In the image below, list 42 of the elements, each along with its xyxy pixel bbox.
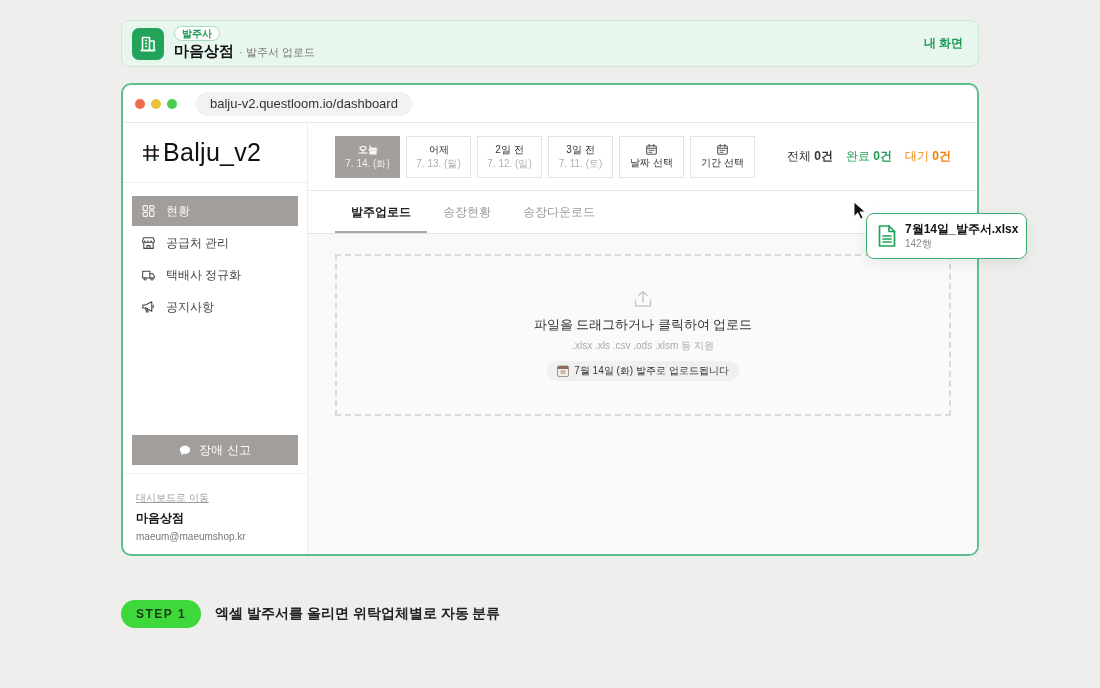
megaphone-icon xyxy=(142,301,155,313)
nav-item[interactable]: 공급처 관리 xyxy=(132,228,298,258)
upload-instruction: 파일을 드래그하거나 클릭하여 업로드 xyxy=(533,317,753,333)
building-icon xyxy=(132,27,164,60)
date-picker-button[interactable]: 날짜 선택 xyxy=(619,135,684,178)
window-minimize-icon[interactable] xyxy=(151,98,161,109)
truck-icon xyxy=(142,269,155,281)
grid-icon xyxy=(142,205,155,217)
step-badge: STEP 1 xyxy=(121,600,201,628)
app-logo: Balju_v2 xyxy=(163,138,262,167)
document-icon xyxy=(878,225,896,247)
calendar-icon xyxy=(646,144,657,155)
date-picker-button[interactable]: 기간 선택 xyxy=(690,135,755,178)
file-name: 7월14일_발주서.xlsx xyxy=(905,222,1019,237)
role-badge: 발주사 xyxy=(174,25,220,41)
file-drop-zone[interactable]: 파일을 드래그하거나 클릭하여 업로드 .xlsx .xls .csv .ods .xlsm 등 지원 7월 14일 (화) 발주로 업로드됩니다 xyxy=(335,254,951,416)
upload-icon xyxy=(633,289,653,309)
calendar-icon xyxy=(557,365,570,377)
date-button[interactable]: 어제 7. 13. (월) xyxy=(406,135,471,178)
page-subtitle: · 발주서 업로드 xyxy=(239,44,315,60)
mouse-pointer-icon xyxy=(853,201,866,220)
status-count: 완료 0건 xyxy=(845,148,892,165)
account-email: maeum@maeumshop.kr xyxy=(136,530,246,543)
notice-text: 7월 14일 (화) 발주로 업로드됩니다 xyxy=(574,364,729,378)
nav-item[interactable]: 택배사 정규화 xyxy=(132,260,298,290)
nav-item[interactable]: 공지사항 xyxy=(132,292,298,322)
supported-formats: .xlsx .xls .csv .ods .xlsm 등 지원 xyxy=(572,339,714,352)
calendar-icon xyxy=(717,144,728,155)
account-name: 마음상점 xyxy=(136,510,184,526)
store-icon xyxy=(142,237,155,249)
window-maximize-icon[interactable] xyxy=(167,98,177,109)
shop-name: 마음상점 xyxy=(174,41,234,60)
status-count: 대기 0건 xyxy=(904,148,951,165)
date-button[interactable]: 2일 전 7. 12. (일) xyxy=(477,135,542,178)
step-caption: 엑셀 발주서를 올리면 위탁업체별로 자동 분류 xyxy=(215,605,501,623)
speech-bubble-icon xyxy=(179,444,192,456)
hash-icon xyxy=(141,142,161,163)
window-close-icon[interactable] xyxy=(135,98,145,109)
address-bar[interactable]: balju-v2.questloom.io/dashboard xyxy=(196,91,412,116)
date-button[interactable]: 3일 전 7. 11. (토) xyxy=(548,135,613,178)
status-count: 전체 0건 xyxy=(786,148,833,165)
row-count: 142행 xyxy=(905,237,933,250)
